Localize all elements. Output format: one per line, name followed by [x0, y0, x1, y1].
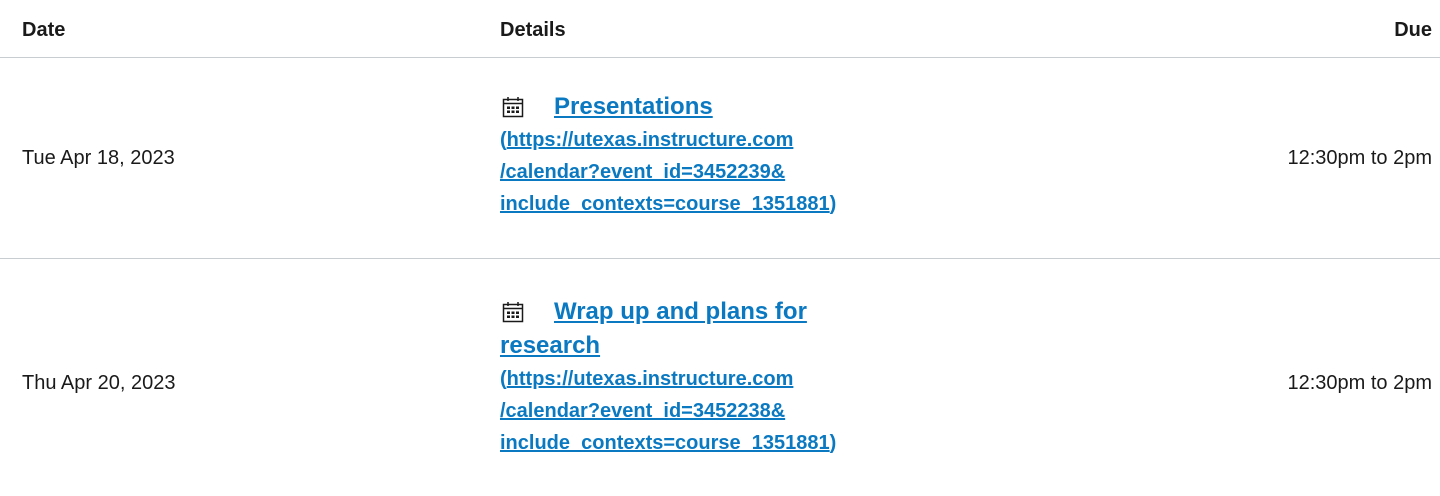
close-paren: ): [829, 432, 837, 454]
event-url-link[interactable]: include_contexts=course_1351881: [500, 432, 830, 454]
close-paren: ): [829, 193, 837, 215]
event-url: (https://utexas.instructure.com /calenda…: [500, 363, 940, 459]
event-url-link[interactable]: https://utexas.instructure.com: [507, 129, 794, 151]
table-row: Thu Apr 20, 2023 Wrap up and plans for r…: [0, 259, 1440, 487]
event-due-time: 12:30pm to 2pm: [1287, 372, 1432, 394]
syllabus-table: Date Details Due Tue Apr 18, 2023 Presen…: [0, 0, 1440, 487]
open-paren: (: [500, 129, 507, 151]
event-date: Tue Apr 18, 2023: [22, 147, 175, 169]
event-due-time: 12:30pm to 2pm: [1287, 147, 1432, 169]
column-header-due: Due: [1394, 19, 1432, 41]
event-title-link[interactable]: Presentations: [554, 90, 713, 124]
event-details: Presentations (https://utexas.instructur…: [500, 90, 940, 220]
column-header-details: Details: [500, 19, 566, 41]
event-title-link-continued[interactable]: research: [500, 329, 940, 363]
column-header-date: Date: [22, 19, 66, 41]
table-row: Tue Apr 18, 2023 Presentations (https://…: [0, 58, 1440, 259]
event-url-link[interactable]: /calendar?event_id=3452239&: [500, 161, 785, 183]
event-date: Thu Apr 20, 2023: [22, 372, 176, 394]
calendar-icon: [502, 96, 524, 118]
event-url-link[interactable]: /calendar?event_id=3452238&: [500, 400, 785, 422]
event-title-link[interactable]: Wrap up and plans for: [554, 295, 807, 329]
event-url: (https://utexas.instructure.com /calenda…: [500, 124, 940, 220]
open-paren: (: [500, 368, 507, 390]
table-header-row: Date Details Due: [0, 0, 1440, 58]
calendar-icon: [502, 301, 524, 323]
event-url-link[interactable]: https://utexas.instructure.com: [507, 368, 794, 390]
event-url-link[interactable]: include_contexts=course_1351881: [500, 193, 830, 215]
event-details: Wrap up and plans for research (https://…: [500, 295, 940, 459]
